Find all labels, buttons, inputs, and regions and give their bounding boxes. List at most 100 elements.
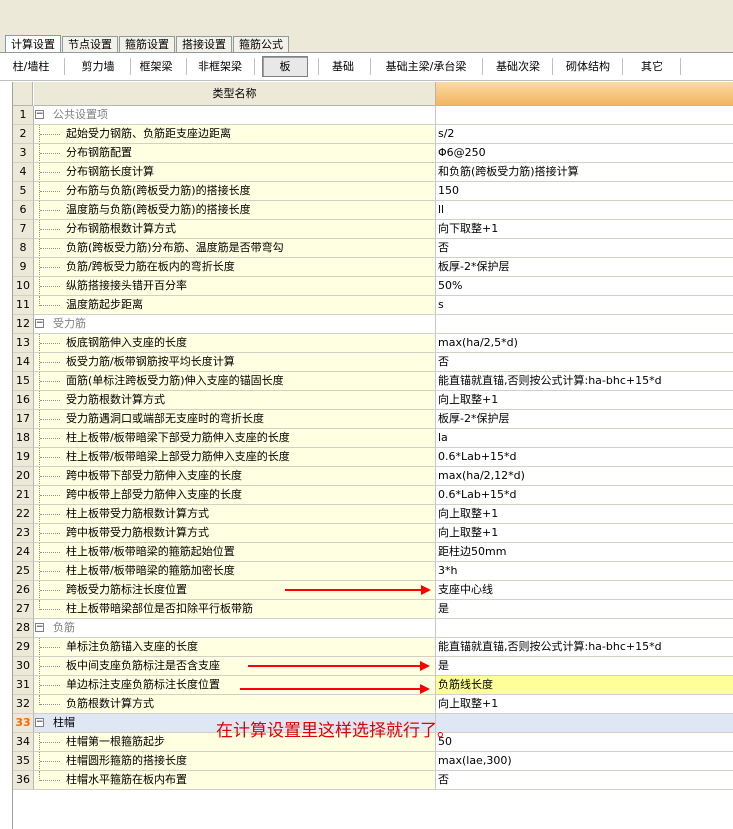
row-number[interactable]: 27 [13,600,34,619]
row-number[interactable]: 25 [13,562,34,581]
subtab-nonframe-beam[interactable]: 非框架梁 [192,56,248,77]
collapse-icon[interactable]: − [35,623,44,632]
row-number[interactable]: 5 [13,182,34,201]
row-number[interactable]: 23 [13,524,34,543]
setting-value-cell[interactable]: 板厚-2*保护层 [436,258,733,277]
subtab-column-wall-column[interactable]: 柱/墙柱 [4,56,58,77]
setting-value-cell[interactable]: 0.6*Lab+15*d [436,486,733,505]
category-row[interactable]: 28− 负筋 [13,619,733,638]
setting-value-cell[interactable]: 距柱边50mm [436,543,733,562]
row-number[interactable]: 29 [13,638,34,657]
setting-row[interactable]: 3 分布钢筋配置 Φ6@250 [13,144,733,163]
setting-row[interactable]: 23 跨中板带受力筋根数计算方式 向上取整+1 [13,524,733,543]
setting-row[interactable]: 7 分布钢筋根数计算方式 向下取整+1 [13,220,733,239]
subtab-other[interactable]: 其它 [630,56,674,77]
setting-row[interactable]: 4 分布钢筋长度计算 和负筋(跨板受力筋)搭接计算 [13,163,733,182]
setting-value-cell[interactable]: 能直锚就直锚,否则按公式计算:ha-bhc+15*d [436,638,733,657]
setting-row[interactable]: 32 负筋根数计算方式 向上取整+1 [13,695,733,714]
setting-value-cell[interactable]: 向上取整+1 [436,505,733,524]
setting-value-cell[interactable]: max(ha/2,12*d) [436,467,733,486]
setting-value-cell[interactable]: 0.6*Lab+15*d [436,448,733,467]
setting-row[interactable]: 29 单标注负筋锚入支座的长度 能直锚就直锚,否则按公式计算:ha-bhc+15*d [13,638,733,657]
setting-value-cell[interactable]: la [436,429,733,448]
row-number[interactable]: 1 [13,106,34,125]
row-number[interactable]: 2 [13,125,34,144]
row-number[interactable]: 8 [13,239,34,258]
setting-value-cell[interactable]: Φ6@250 [436,144,733,163]
subtab-foundation-main-beam[interactable]: 基础主梁/承台梁 [378,56,474,77]
setting-value-cell[interactable]: s [436,296,733,315]
row-number[interactable]: 15 [13,372,34,391]
setting-row[interactable]: 13 板底钢筋伸入支座的长度 max(ha/2,5*d) [13,334,733,353]
row-number[interactable]: 24 [13,543,34,562]
setting-value-cell[interactable]: 是 [436,657,733,676]
setting-value-cell[interactable]: 否 [436,239,733,258]
row-number[interactable]: 11 [13,296,34,315]
row-number[interactable]: 7 [13,220,34,239]
header-type-name[interactable]: 类型名称 [34,82,436,106]
tab-stirrup-settings[interactable]: 箍筋设置 [119,36,175,53]
row-number[interactable]: 21 [13,486,34,505]
collapse-icon[interactable]: − [35,110,44,119]
row-number[interactable]: 14 [13,353,34,372]
setting-value-cell[interactable]: 否 [436,771,733,790]
setting-value-cell[interactable]: s/2 [436,125,733,144]
subtab-frame-beam[interactable]: 框架梁 [134,56,178,77]
setting-value-cell[interactable]: max(lae,300) [436,752,733,771]
row-number[interactable]: 3 [13,144,34,163]
subtab-masonry[interactable]: 砌体结构 [560,56,616,77]
setting-row[interactable]: 5 分布筋与负筋(跨板受力筋)的搭接长度 150 [13,182,733,201]
setting-row[interactable]: 17 受力筋遇洞口或端部无支座时的弯折长度 板厚-2*保护层 [13,410,733,429]
setting-row[interactable]: 36 柱帽水平箍筋在板内布置 否 [13,771,733,790]
subtab-slab[interactable]: 板 [262,56,308,77]
setting-value-cell[interactable]: 向下取整+1 [436,220,733,239]
setting-row[interactable]: 19 柱上板带/板带暗梁上部受力筋伸入支座的长度 0.6*Lab+15*d [13,448,733,467]
row-number[interactable]: 35 [13,752,34,771]
category-row[interactable]: 1− 公共设置项 [13,106,733,125]
setting-row[interactable]: 9 负筋/跨板受力筋在板内的弯折长度 板厚-2*保护层 [13,258,733,277]
setting-value-cell[interactable]: 50% [436,277,733,296]
row-number[interactable]: 17 [13,410,34,429]
setting-value-cell[interactable]: 能直锚就直锚,否则按公式计算:ha-bhc+15*d [436,372,733,391]
setting-value-cell[interactable]: 150 [436,182,733,201]
tab-node-settings[interactable]: 节点设置 [62,36,118,53]
setting-value-cell[interactable]: 向上取整+1 [436,391,733,410]
setting-row[interactable]: 20 跨中板带下部受力筋伸入支座的长度 max(ha/2,12*d) [13,467,733,486]
setting-value-cell[interactable]: 板厚-2*保护层 [436,410,733,429]
setting-row[interactable]: 16 受力筋根数计算方式 向上取整+1 [13,391,733,410]
row-number[interactable]: 22 [13,505,34,524]
collapse-icon[interactable]: − [35,319,44,328]
category-row[interactable]: 12− 受力筋 [13,315,733,334]
setting-value-cell[interactable]: 向上取整+1 [436,695,733,714]
row-number[interactable]: 12 [13,315,34,334]
row-number[interactable]: 30 [13,657,34,676]
setting-row[interactable]: 35 柱帽圆形箍筋的搭接长度 max(lae,300) [13,752,733,771]
row-number[interactable]: 19 [13,448,34,467]
setting-row[interactable]: 22 柱上板带受力筋根数计算方式 向上取整+1 [13,505,733,524]
tab-stirrup-formula[interactable]: 箍筋公式 [233,36,289,53]
setting-value-cell[interactable]: 支座中心线 [436,581,733,600]
setting-row[interactable]: 10 纵筋搭接接头错开百分率 50% [13,277,733,296]
row-number[interactable]: 26 [13,581,34,600]
subtab-foundation-secondary-beam[interactable]: 基础次梁 [490,56,546,77]
row-number[interactable]: 9 [13,258,34,277]
collapse-icon[interactable]: − [35,718,44,727]
row-number[interactable]: 18 [13,429,34,448]
setting-row[interactable]: 6 温度筋与负筋(跨板受力筋)的搭接长度 ll [13,201,733,220]
row-number[interactable]: 6 [13,201,34,220]
row-number[interactable]: 13 [13,334,34,353]
setting-row[interactable]: 24 柱上板带/板带暗梁的箍筋起始位置 距柱边50mm [13,543,733,562]
subtab-foundation[interactable]: 基础 [326,56,360,77]
setting-row[interactable]: 18 柱上板带/板带暗梁下部受力筋伸入支座的长度 la [13,429,733,448]
setting-value-cell[interactable]: 3*h [436,562,733,581]
setting-row[interactable]: 31 单边标注支座负筋标注长度位置 负筋线长度 [13,676,733,695]
row-number[interactable]: 34 [13,733,34,752]
row-number[interactable]: 36 [13,771,34,790]
header-value[interactable] [436,82,733,106]
setting-value-cell[interactable]: 否 [436,353,733,372]
setting-value-cell[interactable]: 和负筋(跨板受力筋)搭接计算 [436,163,733,182]
setting-value-cell[interactable]: 负筋线长度 [436,676,733,695]
setting-row[interactable]: 14 板受力筋/板带钢筋按平均长度计算 否 [13,353,733,372]
setting-value-cell[interactable]: 是 [436,600,733,619]
row-number[interactable]: 28 [13,619,34,638]
